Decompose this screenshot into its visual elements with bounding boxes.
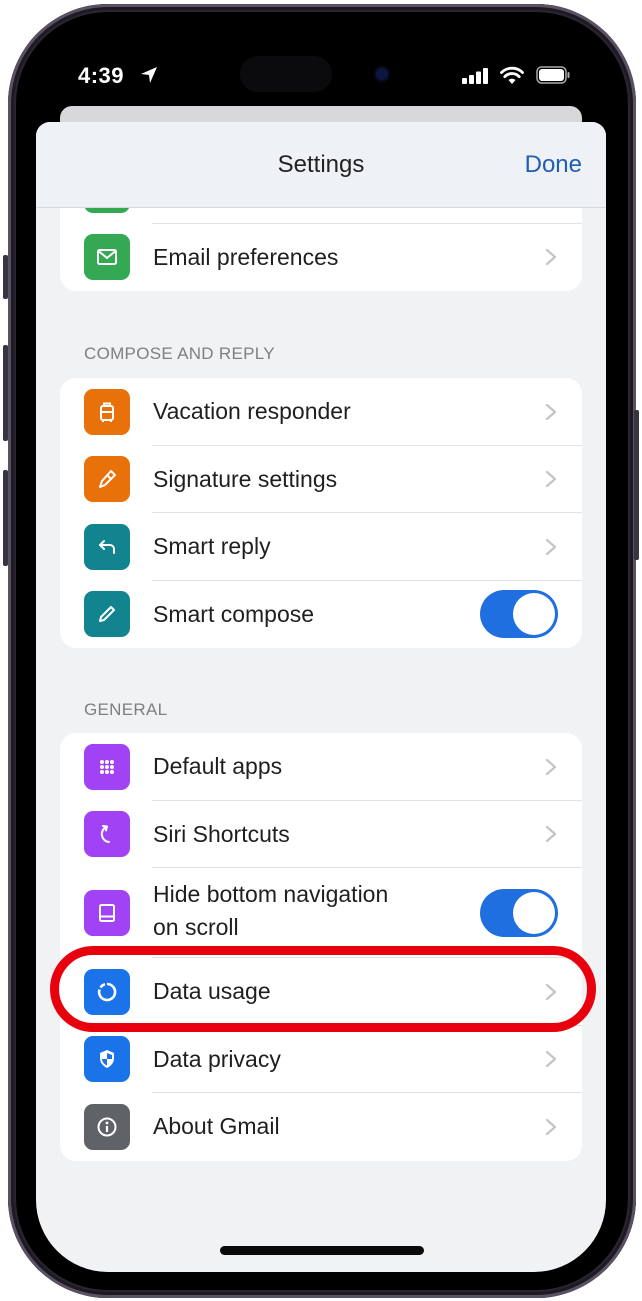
- status-bar: 4:39: [36, 32, 606, 112]
- hide-bottom-navigation-toggle[interactable]: [480, 889, 558, 937]
- front-camera: [376, 68, 388, 80]
- settings-row-vacation-responder[interactable]: Vacation responder: [60, 378, 582, 446]
- row-label: Hide bottom navigation on scroll: [153, 878, 388, 944]
- cellular-signal-icon: [462, 68, 488, 84]
- row-label: Smart reply: [153, 533, 271, 560]
- chevron-right-icon: [545, 249, 557, 266]
- row-label: Siri Shortcuts: [153, 820, 290, 847]
- wifi-icon: [500, 66, 524, 84]
- settings-sheet: Settings Done Email preferences COMPOSE …: [36, 122, 606, 1272]
- battery-icon: [536, 66, 570, 84]
- chevron-right-icon: [545, 758, 557, 775]
- settings-row-siri-shortcuts[interactable]: Siri Shortcuts: [60, 801, 582, 868]
- row-label: Email preferences: [153, 243, 339, 270]
- chevron-right-icon: [545, 403, 557, 420]
- settings-row-data-usage[interactable]: Data usage: [60, 958, 582, 1026]
- toggle-knob: [513, 593, 555, 636]
- chevron-right-icon: [545, 1118, 557, 1135]
- chevron-right-icon: [545, 471, 557, 488]
- volume-up-button: [3, 345, 8, 441]
- chevron-right-icon: [545, 1051, 557, 1068]
- settings-row-about-gmail[interactable]: About Gmail: [60, 1093, 582, 1161]
- smart-compose-toggle[interactable]: [480, 590, 558, 639]
- section-header-compose-reply: COMPOSE AND REPLY: [84, 344, 275, 363]
- row-label: Vacation responder: [153, 398, 351, 425]
- toggle-knob: [513, 892, 555, 934]
- action-button: [3, 255, 8, 299]
- chevron-right-icon: [545, 826, 557, 843]
- done-button[interactable]: Done: [525, 151, 582, 179]
- volume-down-button: [3, 470, 8, 566]
- settings-group-compose-reply: Vacation responder Signature settings Sm…: [60, 378, 582, 648]
- status-time: 4:39: [78, 63, 125, 88]
- settings-row-smart-compose[interactable]: Smart compose: [60, 581, 582, 649]
- power-button: [634, 410, 639, 560]
- pencil-icon: [84, 591, 130, 638]
- data-usage-icon: [84, 968, 130, 1015]
- row-label: Data privacy: [153, 1045, 281, 1072]
- info-icon: [84, 1103, 130, 1150]
- chevron-right-icon: [545, 983, 557, 1000]
- row-label-line-1: Hide bottom navigation: [153, 881, 389, 907]
- settings-row-default-apps[interactable]: Default apps: [60, 733, 582, 801]
- settings-row-data-privacy[interactable]: Data privacy: [60, 1026, 582, 1093]
- row-label: About Gmail: [153, 1113, 280, 1140]
- screen: 4:39 Settings Done Email preferences COM…: [36, 32, 606, 1272]
- grid-icon: [84, 743, 130, 790]
- row-label: Data usage: [153, 978, 271, 1005]
- row-label-line-2: on scroll: [153, 914, 239, 940]
- reply-icon: [84, 523, 130, 570]
- page-title: Settings: [277, 151, 365, 178]
- pen-icon: [84, 456, 130, 503]
- settings-row-email-preferences[interactable]: Email preferences: [60, 224, 582, 292]
- row-label: Signature settings: [153, 465, 338, 492]
- home-indicator: [220, 1246, 424, 1255]
- location-arrow-icon: [141, 67, 157, 83]
- nav-bar: Settings Done: [36, 122, 606, 208]
- chevron-right-icon: [545, 538, 557, 555]
- settings-row-hide-bottom-navigation[interactable]: Hide bottom navigation on scroll: [60, 868, 582, 958]
- bottom-bar-icon: [84, 890, 130, 936]
- settings-row-signature-settings[interactable]: Signature settings: [60, 446, 582, 513]
- dynamic-island: [240, 56, 332, 92]
- settings-row-smart-reply[interactable]: Smart reply: [60, 513, 582, 581]
- settings-group-general: Default apps Siri Shortcuts Hide bottom …: [60, 733, 582, 1161]
- mail-icon: [84, 234, 130, 281]
- shortcut-arrow-icon: [84, 811, 130, 858]
- row-label: Default apps: [153, 753, 283, 780]
- shield-icon: [84, 1036, 130, 1083]
- row-label: Smart compose: [153, 600, 315, 627]
- suitcase-icon: [84, 388, 130, 435]
- section-header-general: GENERAL: [84, 700, 168, 719]
